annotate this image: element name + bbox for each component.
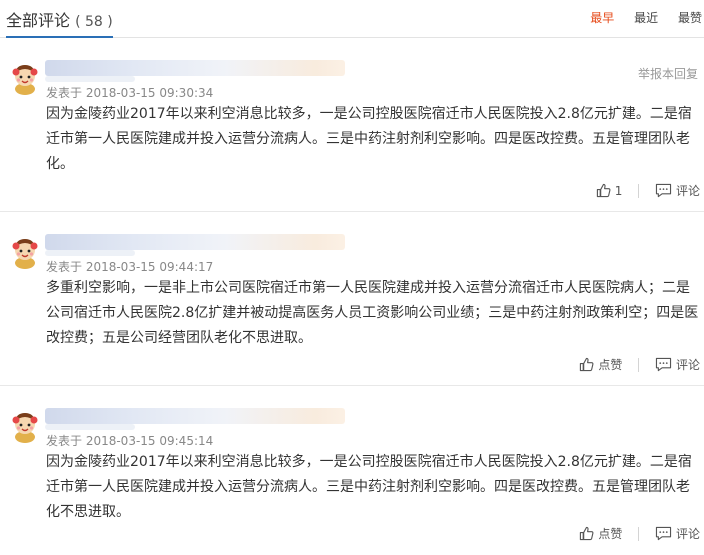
reply-button[interactable]: 评论 <box>655 525 700 542</box>
comments-header: 全部评论 ( 58 ) 最早 最近 最赞 <box>0 0 704 38</box>
comment-icon <box>655 526 672 541</box>
comment-icon <box>655 183 672 198</box>
reply-label: 评论 <box>675 527 700 541</box>
sort-latest[interactable]: 最近 <box>634 9 658 26</box>
avatar[interactable] <box>10 410 40 444</box>
thumbs-up-icon <box>579 526 594 541</box>
comment-actions: 1 评论 <box>596 182 700 202</box>
username-blurred[interactable] <box>45 60 345 76</box>
reply-label: 评论 <box>675 184 700 198</box>
comment-timestamp: 发表于 2018-03-15 09:30:34 <box>46 86 214 100</box>
sort-options: 最早 最近 最赞 <box>574 9 704 26</box>
actions-divider <box>638 183 640 198</box>
comment-text: 因为金陵药业2017年以来利空消息比较多，一是公司控股医院宿迁市人民医院投入2.… <box>46 106 692 172</box>
sort-most-liked[interactable]: 最赞 <box>678 9 702 26</box>
sort-earliest[interactable]: 最早 <box>590 9 614 26</box>
username-blurred-tail <box>45 424 135 430</box>
avatar[interactable] <box>10 62 40 96</box>
reply-label: 评论 <box>675 358 700 372</box>
username-blurred-tail <box>45 250 135 256</box>
comments-title: 全部评论 <box>6 11 71 30</box>
comments-title-tab[interactable]: 全部评论 ( 58 ) <box>6 7 113 38</box>
like-label: 点赞 <box>598 358 623 372</box>
comments-count: ( 58 ) <box>75 14 113 30</box>
username-blurred-tail <box>45 76 135 82</box>
reply-button[interactable]: 评论 <box>655 356 700 373</box>
comment-item: 发表于 2018-03-15 09:45:14 因为金陵药业2017年以来利空消… <box>0 386 704 555</box>
comment-timestamp: 发表于 2018-03-15 09:45:14 <box>46 434 214 448</box>
thumbs-up-icon <box>596 183 611 198</box>
like-label: 1 <box>614 183 623 198</box>
like-button[interactable]: 点赞 <box>579 356 622 373</box>
like-label: 点赞 <box>598 527 623 541</box>
comment-icon <box>655 357 672 372</box>
username-blurred[interactable] <box>45 234 345 250</box>
username-blurred[interactable] <box>45 408 345 424</box>
comment-timestamp: 发表于 2018-03-15 09:44:17 <box>46 260 214 274</box>
comment-actions: 点赞 评论 <box>579 356 700 376</box>
comment-actions: 点赞 评论 <box>579 525 700 545</box>
comment-item: 举报本回复 发表于 2018-03-15 09:30:34 因为金陵药业2017… <box>0 38 704 212</box>
report-link[interactable]: 举报本回复 <box>638 65 698 82</box>
comment-text: 因为金陵药业2017年以来利空消息比较多，一是公司控股医院宿迁市人民医院投入2.… <box>46 454 692 520</box>
thumbs-up-icon <box>579 357 594 372</box>
like-button[interactable]: 点赞 <box>579 525 622 542</box>
actions-divider <box>638 526 640 541</box>
avatar[interactable] <box>10 236 40 270</box>
comment-text: 多重利空影响，一是非上市公司医院宿迁市第一人民医院建成并投入运营分流宿迁市人民医… <box>46 280 699 346</box>
comment-item: 发表于 2018-03-15 09:44:17 多重利空影响，一是非上市公司医院… <box>0 212 704 386</box>
actions-divider <box>638 357 640 372</box>
reply-button[interactable]: 评论 <box>655 182 700 199</box>
like-button[interactable]: 1 <box>596 183 623 198</box>
